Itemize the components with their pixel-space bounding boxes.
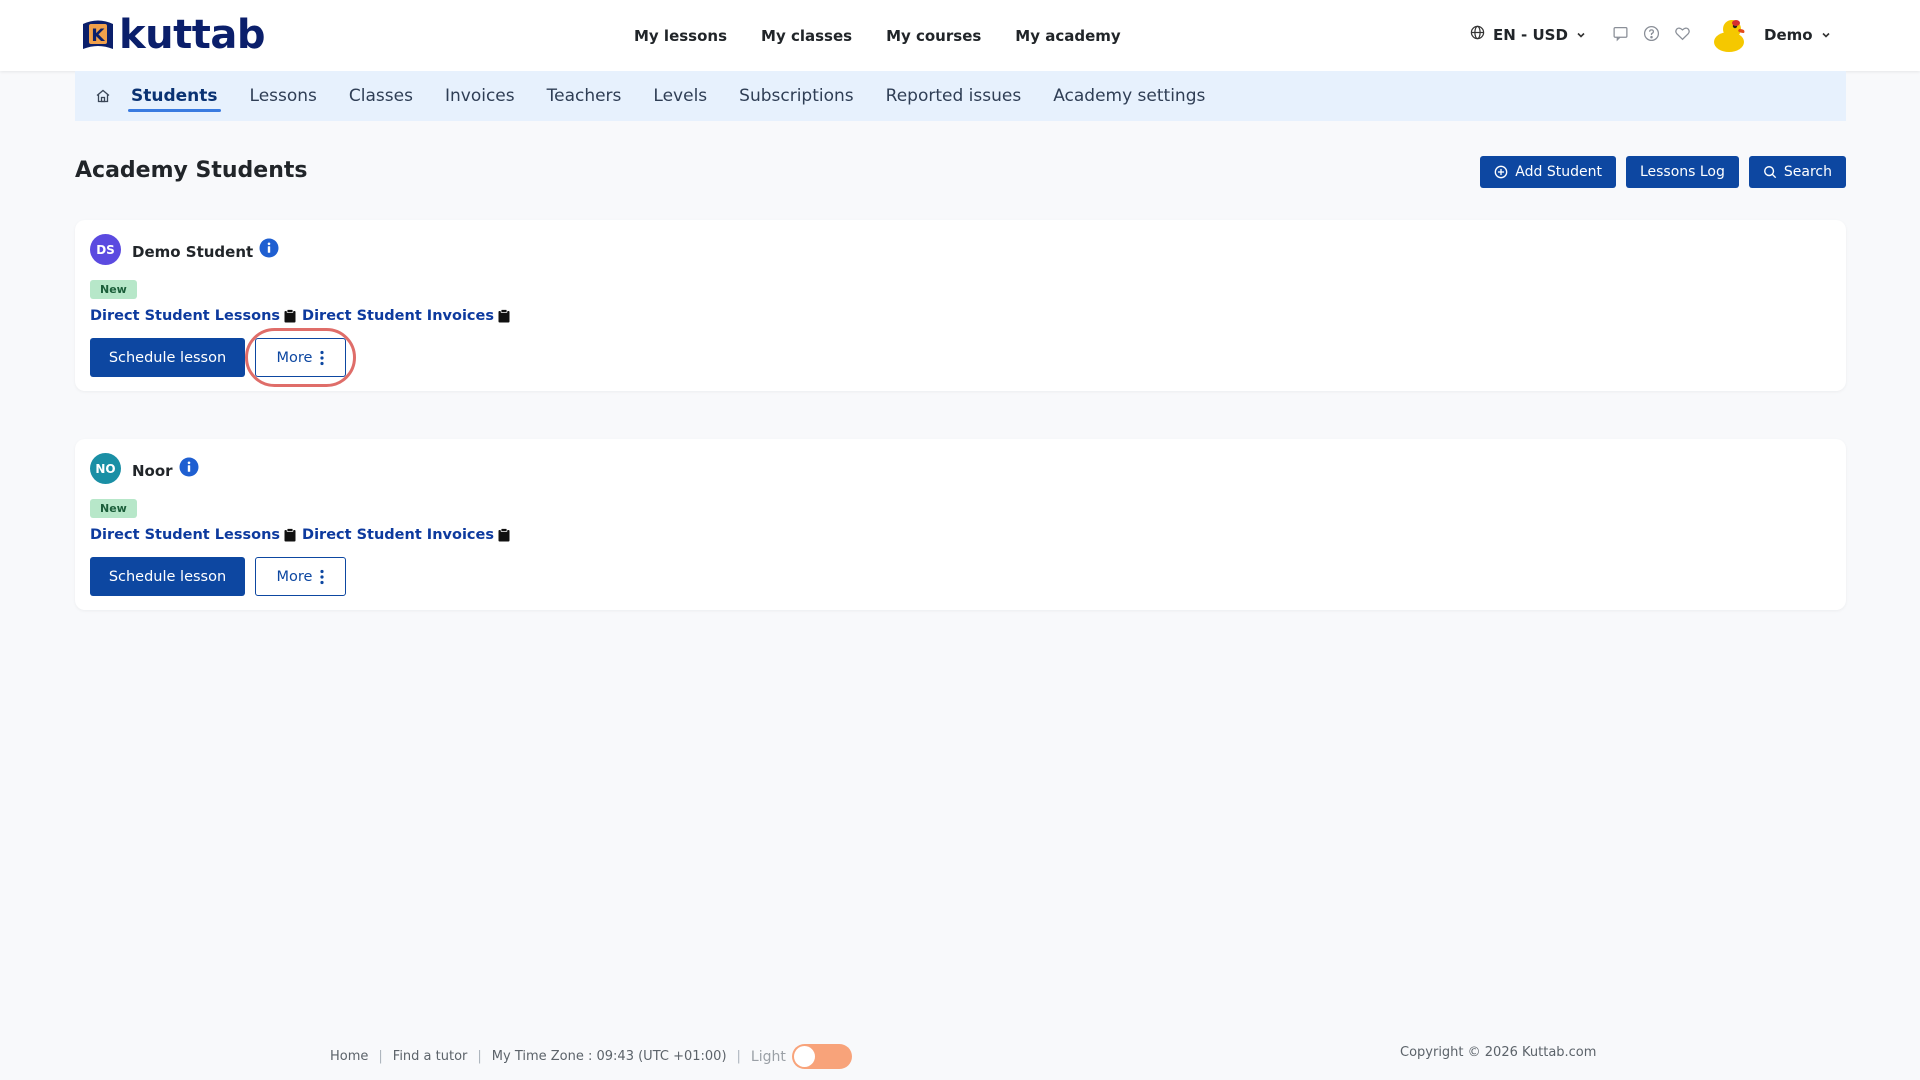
tab-lessons[interactable]: Lessons <box>250 71 317 121</box>
clipboard-icon[interactable] <box>284 528 296 542</box>
schedule-lesson-button[interactable]: Schedule lesson <box>90 557 245 596</box>
status-badge: New <box>90 499 137 518</box>
student-actions: Schedule lesson More <box>90 557 346 596</box>
tab-levels[interactable]: Levels <box>653 71 707 121</box>
svg-text:K: K <box>91 26 105 46</box>
tab-reported-issues[interactable]: Reported issues <box>886 71 1022 121</box>
heart-icon[interactable] <box>1674 25 1692 43</box>
tab-academy-settings[interactable]: Academy settings <box>1053 71 1205 121</box>
globe-icon <box>1470 25 1485 44</box>
tab-invoices[interactable]: Invoices <box>445 71 515 121</box>
page-actions: Add Student Lessons Log Search <box>1480 156 1846 188</box>
theme-label: Light <box>750 1048 786 1065</box>
theme-toggle[interactable] <box>791 1044 852 1069</box>
brand-logo[interactable]: K kuttab <box>78 13 265 57</box>
add-student-button[interactable]: Add Student <box>1480 156 1616 188</box>
chevron-down-icon <box>1576 26 1586 44</box>
student-links: Direct Student Lessons Direct Student In… <box>90 308 516 324</box>
clipboard-icon[interactable] <box>498 309 510 323</box>
kebab-menu-icon <box>320 350 325 366</box>
footer-home-link[interactable]: Home <box>330 1049 368 1064</box>
student-card: NO Noor New Direct Student Lessons Direc… <box>75 439 1846 610</box>
direct-student-invoices-link[interactable]: Direct Student Invoices <box>302 308 494 324</box>
logo-text: kuttab <box>119 12 265 58</box>
schedule-lesson-button[interactable]: Schedule lesson <box>90 338 245 377</box>
info-icon[interactable] <box>259 238 279 258</box>
home-icon[interactable] <box>75 71 131 121</box>
lessons-log-button[interactable]: Lessons Log <box>1625 156 1739 188</box>
main-nav: My lessons My classes My courses My acad… <box>634 0 1121 71</box>
status-badge: New <box>90 280 137 299</box>
search-button[interactable]: Search <box>1748 156 1846 188</box>
nav-my-courses[interactable]: My courses <box>886 27 981 45</box>
student-header: NO Noor <box>90 453 199 484</box>
footer-find-tutor-link[interactable]: Find a tutor <box>393 1049 468 1064</box>
student-card: DS Demo Student New Direct Student Lesso… <box>75 220 1846 391</box>
tab-classes[interactable]: Classes <box>349 71 413 121</box>
student-name: Demo Student <box>132 243 254 261</box>
clipboard-icon[interactable] <box>498 528 510 542</box>
chevron-down-icon <box>1821 30 1831 40</box>
student-actions: Schedule lesson More <box>90 328 356 387</box>
avatar-duck-icon <box>1712 17 1748 53</box>
user-name: Demo <box>1764 26 1813 44</box>
direct-student-lessons-link[interactable]: Direct Student Lessons <box>90 527 280 543</box>
footer: Home | Find a tutor | My Time Zone : 09:… <box>330 1044 852 1069</box>
page-title: Academy Students <box>75 158 308 183</box>
copyright-text: Copyright © 2026 Kuttab.com <box>1400 1045 1597 1060</box>
top-navbar: K kuttab My lessons My classes My course… <box>0 0 1920 71</box>
student-links: Direct Student Lessons Direct Student In… <box>90 527 516 543</box>
kebab-menu-icon <box>320 569 325 585</box>
more-button[interactable]: More <box>255 557 346 596</box>
chat-icon[interactable] <box>1612 25 1630 43</box>
avatar: NO <box>90 453 121 484</box>
search-icon <box>1763 165 1777 179</box>
nav-my-lessons[interactable]: My lessons <box>634 27 727 45</box>
clipboard-icon[interactable] <box>284 309 296 323</box>
user-menu[interactable]: Demo <box>1712 17 1831 53</box>
language-currency-dropdown[interactable]: EN - USD <box>1470 25 1586 44</box>
more-wrapper: More <box>245 328 356 387</box>
academy-subnav: Students Lessons Classes Invoices Teache… <box>75 71 1846 121</box>
help-icon[interactable] <box>1643 25 1661 43</box>
tab-students[interactable]: Students <box>128 71 221 121</box>
direct-student-invoices-link[interactable]: Direct Student Invoices <box>302 527 494 543</box>
header-icons <box>1612 25 1692 43</box>
avatar: DS <box>90 234 121 265</box>
more-button[interactable]: More <box>255 338 346 377</box>
student-name: Noor <box>132 462 173 480</box>
locale-label: EN - USD <box>1493 25 1568 44</box>
nav-my-academy[interactable]: My academy <box>1015 27 1120 45</box>
info-icon[interactable] <box>179 457 199 477</box>
tab-subscriptions[interactable]: Subscriptions <box>739 71 853 121</box>
plus-circle-icon <box>1494 165 1508 179</box>
nav-my-classes[interactable]: My classes <box>761 27 852 45</box>
student-header: DS Demo Student <box>90 234 279 265</box>
logo-book-icon: K <box>78 15 118 55</box>
tab-teachers[interactable]: Teachers <box>547 71 622 121</box>
timezone-text: My Time Zone : 09:43 (UTC +01:00) <box>491 1049 727 1064</box>
direct-student-lessons-link[interactable]: Direct Student Lessons <box>90 308 280 324</box>
